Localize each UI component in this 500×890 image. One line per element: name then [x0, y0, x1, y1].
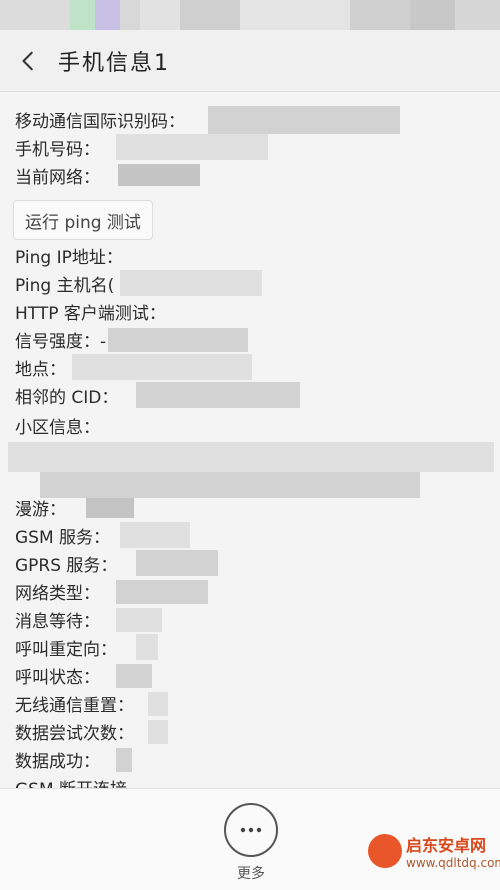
redacted-value — [116, 580, 208, 604]
info-row-data-retry: 数据尝试次数： — [15, 718, 134, 744]
more-label: 更多 — [237, 866, 265, 882]
info-row-imei: 移动通信国际识别码： — [15, 106, 185, 132]
more-dots-icon — [240, 827, 262, 833]
watermark-url: www.qdltdq.com — [406, 856, 500, 870]
watermark: 启东安卓网 www.qdltdq.com — [360, 826, 500, 890]
redacted-value — [116, 664, 152, 688]
info-label: GSM 服务： — [15, 527, 111, 548]
info-row-network: 当前网络： — [15, 162, 100, 188]
redacted-value — [118, 164, 200, 186]
redacted-value — [40, 472, 420, 498]
redacted-value — [116, 748, 132, 772]
watermark-title: 启东安卓网 — [406, 836, 487, 855]
info-row-cell-info: 小区信息： — [15, 412, 100, 438]
redacted-value — [116, 608, 162, 632]
info-label: 数据尝试次数： — [15, 723, 134, 744]
info-label: 数据成功： — [15, 751, 100, 772]
info-label: GSM 断开连接 — [15, 775, 127, 789]
info-label-network: 当前网络： — [15, 167, 100, 188]
redacted-value — [8, 442, 494, 472]
info-label: 小区信息： — [15, 417, 100, 438]
info-row-gprs: GPRS 服务： — [15, 550, 117, 576]
redacted-value — [136, 634, 158, 660]
redacted-value — [208, 106, 400, 134]
info-label: GPRS 服务： — [15, 555, 118, 576]
redacted-value — [120, 522, 190, 548]
redacted-value — [86, 498, 134, 518]
info-label: 呼叫状态： — [15, 667, 100, 688]
info-row-call-state: 呼叫状态： — [15, 662, 100, 688]
info-row-ping-ip: Ping IP地址： — [15, 242, 123, 268]
info-label: 地点： — [15, 359, 66, 380]
info-label-phone: 手机号码： — [15, 139, 100, 160]
info-row-net-type: 网络类型： — [15, 578, 100, 604]
info-label: 消息等待： — [15, 611, 100, 632]
info-row-data-success: 数据成功： — [15, 746, 100, 772]
info-row-ping-host: Ping 主机名( — [15, 270, 114, 296]
info-row-cid: 相邻的 CID： — [15, 382, 118, 408]
info-row-http: HTTP 客户端测试： — [15, 298, 166, 324]
back-button[interactable] — [0, 30, 58, 92]
info-label: 呼叫重定向： — [15, 639, 117, 660]
info-label: 相邻的 CID： — [15, 387, 119, 408]
info-label: HTTP 客户端测试： — [15, 303, 166, 324]
info-label: 无线通信重置： — [15, 695, 134, 716]
info-label: Ping 主机名( — [15, 275, 115, 296]
info-label: 网络类型： — [15, 583, 100, 604]
chevron-left-icon — [22, 51, 33, 70]
redacted-value — [116, 134, 268, 160]
info-label: Ping IP地址： — [15, 247, 123, 268]
info-row-location: 地点： — [15, 354, 66, 380]
phone-info-content[interactable]: 移动通信国际识别码： 手机号码： 当前网络： 运行 ping 测试 Ping I… — [0, 92, 500, 788]
info-row-signal: 信号强度：- — [15, 326, 106, 352]
info-row-roaming: 漫游： — [15, 494, 66, 520]
redacted-value — [148, 692, 168, 716]
more-button[interactable] — [224, 803, 278, 857]
info-row-radio-reset: 无线通信重置： — [15, 690, 134, 716]
app-header: 手机信息1 — [0, 30, 500, 92]
info-row-gsm: GSM 服务： — [15, 522, 110, 548]
info-label: 信号强度：- — [15, 331, 107, 352]
redacted-value — [136, 550, 218, 576]
redacted-value — [72, 354, 252, 380]
info-row-phone: 手机号码： — [15, 134, 100, 160]
info-row-call-redirect: 呼叫重定向： — [15, 634, 117, 660]
status-bar — [0, 0, 500, 30]
redacted-value — [148, 720, 168, 744]
info-row-gsm-disconnect: GSM 断开连接 — [15, 774, 127, 789]
page-title: 手机信息1 — [58, 50, 170, 76]
info-label-imei: 移动通信国际识别码： — [15, 111, 185, 132]
run-ping-test-button[interactable]: 运行 ping 测试 — [13, 200, 153, 240]
watermark-logo-icon — [368, 834, 402, 868]
info-label: 漫游： — [15, 499, 66, 520]
info-row-msg-wait: 消息等待： — [15, 606, 100, 632]
redacted-value — [136, 382, 300, 408]
redacted-value — [120, 270, 262, 296]
redacted-value — [108, 328, 248, 352]
